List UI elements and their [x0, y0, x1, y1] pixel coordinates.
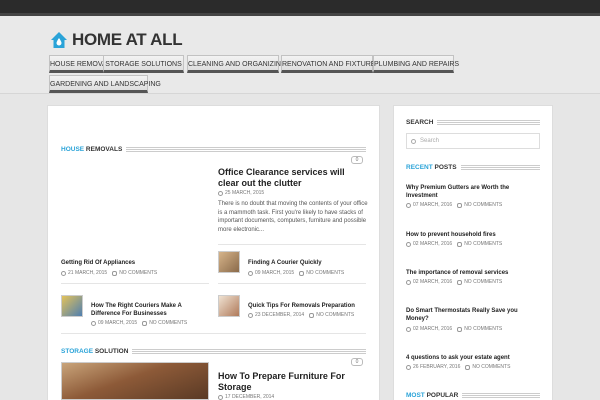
clock-icon — [61, 270, 66, 276]
post-thumbnail[interactable] — [61, 295, 83, 317]
divider — [61, 333, 366, 334]
post-thumbnail[interactable] — [218, 251, 240, 273]
featured-post-title[interactable]: How To Prepare Furniture For Storage — [218, 371, 368, 393]
comment-count-badge[interactable]: 0 — [351, 358, 363, 366]
featured-post-image[interactable] — [61, 362, 209, 400]
search-icon — [411, 138, 416, 144]
nav-storage-solutions[interactable]: Storage Solutions — [103, 55, 184, 73]
divider — [61, 283, 209, 284]
post-title[interactable]: Getting Rid Of Appliances — [61, 259, 201, 267]
section-storage-solution: STORAGE SOLUTION — [61, 346, 366, 356]
post-title[interactable]: Finding A Courier Quickly — [248, 259, 366, 267]
section-rule — [132, 348, 366, 354]
post-thumbnail[interactable] — [218, 295, 240, 317]
clock-icon — [406, 202, 411, 208]
comment-icon — [457, 241, 463, 247]
post-meta: 23 DECEMBER, 2014 NO COMMENTS — [248, 312, 354, 318]
post-meta: 09 MARCH, 2015 NO COMMENTS — [248, 270, 344, 276]
nav-gardening-landscaping[interactable]: Gardening and Landscaping — [49, 75, 161, 93]
sidebar-popular-heading: MOST POPULAR — [406, 390, 540, 400]
divider — [218, 244, 366, 245]
featured-post-title[interactable]: Office Clearance services will clear out… — [218, 167, 368, 189]
recent-post-meta: 26 FEBRUARY, 2016 NO COMMENTS — [406, 364, 510, 370]
section-accent: RECENT — [406, 163, 433, 171]
sidebar-search-heading: SEARCH — [406, 117, 540, 127]
comment-icon — [457, 202, 463, 208]
recent-post-title[interactable]: Do Smart Thermostats Really Save you Mon… — [406, 307, 541, 323]
clock-icon — [406, 326, 411, 332]
section-accent: MOST — [406, 391, 425, 399]
post-meta: 21 MARCH, 2015 NO COMMENTS — [61, 270, 157, 276]
section-rule — [462, 392, 540, 398]
section-rule — [126, 146, 366, 152]
clock-icon — [406, 279, 411, 285]
section-house-removals: HOUSE REMOVALS — [61, 144, 366, 154]
recent-post-meta: 02 MARCH, 2016 NO COMMENTS — [406, 241, 502, 247]
comment-icon — [465, 364, 471, 370]
featured-post-meta: 25 MARCH, 2015 — [218, 190, 264, 196]
section-accent: HOUSE — [61, 145, 85, 153]
clock-icon — [248, 270, 253, 276]
comment-icon — [112, 270, 118, 276]
house-drop-icon — [51, 32, 67, 48]
comment-count-badge[interactable]: 0 — [351, 156, 363, 164]
post-title[interactable]: Quick Tips For Removals Preparation — [248, 302, 368, 310]
section-rule — [460, 164, 540, 170]
recent-post-title[interactable]: The importance of removal services — [406, 269, 541, 277]
clock-icon — [406, 241, 411, 247]
nav-cleaning-organizing[interactable]: Cleaning and Organizing — [187, 55, 286, 73]
sidebar-recent-heading: RECENT POSTS — [406, 162, 540, 172]
recent-post-meta: 02 MARCH, 2016 NO COMMENTS — [406, 326, 502, 332]
comment-icon — [309, 312, 315, 318]
section-accent: STORAGE — [61, 347, 94, 355]
featured-post-excerpt: There is no doubt that moving the conten… — [218, 201, 368, 233]
clock-icon — [406, 364, 411, 370]
top-bar — [0, 0, 600, 16]
section-rule — [437, 119, 540, 125]
nav-house-removals[interactable]: House Removals — [49, 55, 115, 73]
nav-plumbing-repairs[interactable]: Plumbing and Repairs — [373, 55, 459, 73]
post-meta: 09 MARCH, 2015 NO COMMENTS — [91, 320, 187, 326]
nav-renovation-fixtures[interactable]: Renovation and Fixtures — [281, 55, 380, 73]
clock-icon — [218, 190, 223, 196]
clock-icon — [218, 394, 223, 400]
comment-icon — [457, 279, 463, 285]
comment-icon — [457, 326, 463, 332]
comment-icon — [299, 270, 305, 276]
recent-post-title[interactable]: How to prevent household fires — [406, 231, 541, 239]
clock-icon — [91, 320, 96, 326]
comment-icon — [142, 320, 148, 326]
recent-post-meta: 07 MARCH, 2016 NO COMMENTS — [406, 202, 502, 208]
site-logo[interactable]: HOME AT ALL — [49, 28, 183, 52]
recent-post-meta: 02 MARCH, 2016 NO COMMENTS — [406, 279, 502, 285]
featured-post-meta: 17 DECEMBER, 2014 — [218, 394, 274, 400]
search-input[interactable]: Search — [406, 133, 540, 149]
logo-text: HOME AT ALL — [72, 30, 183, 49]
recent-post-title[interactable]: 4 questions to ask your estate agent — [406, 354, 541, 362]
recent-post-title[interactable]: Why Premium Gutters are Worth the Invest… — [406, 184, 541, 200]
clock-icon — [248, 312, 253, 318]
divider — [218, 283, 366, 284]
post-title[interactable]: How The Right Couriers Make A Difference… — [91, 302, 203, 318]
